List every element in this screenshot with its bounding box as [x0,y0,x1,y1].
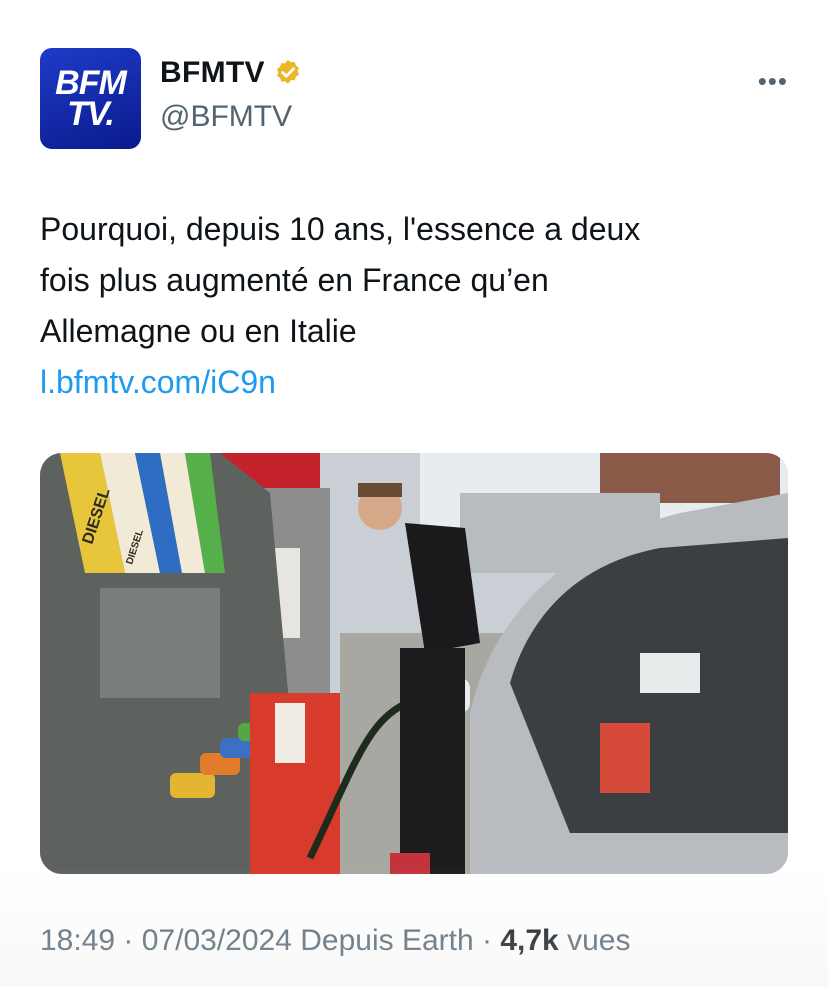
views-count: 4,7k [500,924,559,957]
tweet-header: BFM TV. BFMTV @BFMTV ••• [40,48,788,150]
tweet-date[interactable]: 07/03/2024 [142,924,292,957]
tweet-text-line: Allemagne ou en Italie [40,313,357,349]
account-handle[interactable]: @BFMTV [160,100,292,134]
account-name[interactable]: BFMTV [160,56,265,90]
more-icon[interactable]: ••• [758,66,788,97]
tweet-meta: 18:49 · 07/03/2024 Depuis Earth · 4,7k v… [40,924,630,958]
tweet-media-photo[interactable]: DIESEL DIESEL [40,453,788,874]
fuel-station-photo: DIESEL DIESEL [40,453,788,874]
views-label: vues [558,924,631,957]
meta-separator: · [473,924,501,957]
tweet-source: Depuis Earth [291,924,474,957]
tweet-text-line: fois plus augmenté en France qu’en [40,262,549,298]
meta-separator: · [115,924,142,957]
avatar-text-line2: TV. [67,94,115,133]
tweet-time[interactable]: 18:49 [40,924,115,957]
tweet-link[interactable]: l.bfmtv.com/iC9n [40,357,800,408]
tweet-text-line: Pourquoi, depuis 10 ans, l'essence a deu… [40,211,641,247]
name-row: BFMTV [160,56,303,90]
avatar-text-line1: BFM [55,63,127,102]
tweet-text: Pourquoi, depuis 10 ans, l'essence a deu… [40,204,800,408]
avatar[interactable]: BFM TV. [40,48,141,149]
verified-badge-icon [276,59,299,84]
